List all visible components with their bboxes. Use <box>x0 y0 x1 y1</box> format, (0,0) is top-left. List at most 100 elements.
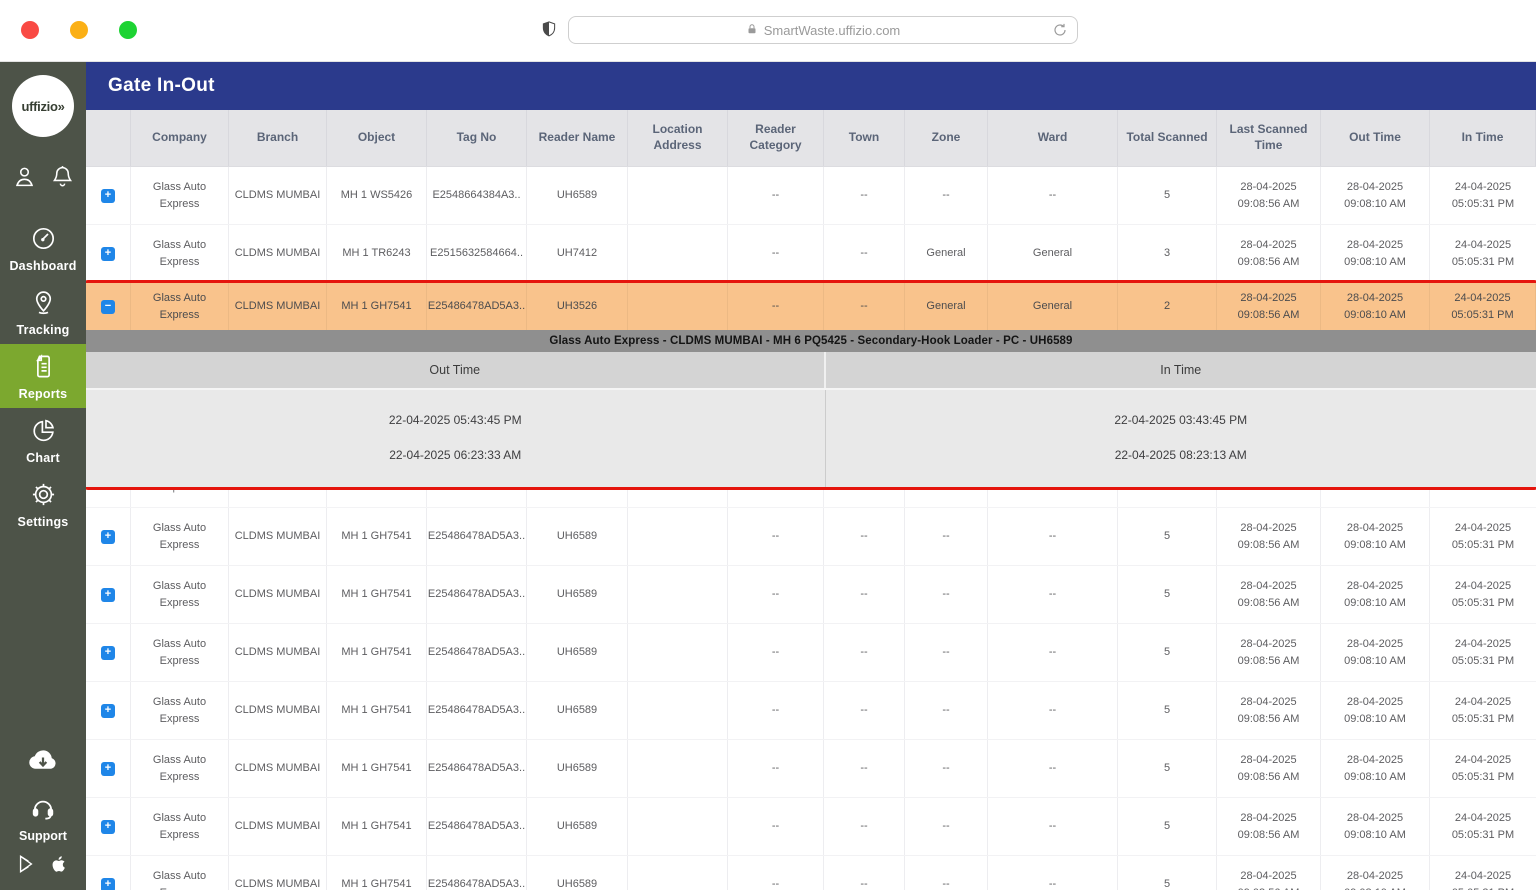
cell-company: Glass Auto Express <box>131 167 229 224</box>
cell-zone: -- <box>905 856 988 890</box>
cell-company: Glass Auto Express <box>131 225 229 282</box>
minimize-window-button[interactable] <box>70 21 88 39</box>
cell-ward: -- <box>988 740 1118 797</box>
cell-total-scanned: 5 <box>1118 798 1217 855</box>
cell-company: Glass Auto Express <box>131 624 229 681</box>
cell-last-scanned: 28-04-2025 09:08:56 AM <box>1217 487 1321 507</box>
expand-cell: + <box>86 566 131 623</box>
expand-cell: + <box>86 167 131 224</box>
expand-row-button[interactable]: + <box>101 587 115 602</box>
cell-in-time: 24-04-2025 05:05:31 PM <box>1451 239 1515 268</box>
url-bar[interactable]: SmartWaste.uffizio.com <box>568 16 1078 44</box>
cell-town: -- <box>824 740 905 797</box>
cell-total-scanned: 5 <box>1118 624 1217 681</box>
detail-column-in-time: In Time <box>1160 363 1202 377</box>
close-window-button[interactable] <box>21 21 39 39</box>
cell-object: MH 1 WS5426 <box>327 167 427 224</box>
table-row: + Glass Auto Express CLDMS MUMBAI MH 1 T… <box>86 225 1536 283</box>
main-content: Gate In-Out Company Branch Object Tag No… <box>86 62 1536 890</box>
expand-cell <box>86 487 131 507</box>
expand-row-button[interactable]: + <box>101 246 115 261</box>
cell-location-address <box>628 798 728 855</box>
column-header-expand <box>86 110 131 166</box>
cell-town: -- <box>824 682 905 739</box>
map-pin-icon <box>30 289 57 319</box>
google-play-icon[interactable] <box>16 853 38 880</box>
sidebar-item-chart[interactable]: Chart <box>0 408 86 472</box>
privacy-shield-icon[interactable] <box>540 20 558 42</box>
cell-reader-category: -- <box>728 798 824 855</box>
cell-tag-no: E25486478AD5A3.. <box>427 566 527 623</box>
cell-reader-category: -- <box>728 856 824 890</box>
cell-location-address <box>628 487 728 507</box>
column-header-total-scanned: Total Scanned <box>1118 110 1217 166</box>
sidebar: uffizio» Dashboard Tracking Reports Char… <box>0 62 86 890</box>
expand-row-button[interactable]: + <box>101 819 115 834</box>
cell-last-scanned: 28-04-2025 09:08:56 AM <box>1217 682 1321 739</box>
collapse-row-button[interactable]: − <box>101 299 115 314</box>
cell-total-scanned: 5 <box>1118 167 1217 224</box>
cell-in-time: 24-04-2025 05:05:31 PM <box>1451 522 1515 551</box>
cell-reader-category: -- <box>728 624 824 681</box>
expanded-detail-subheader: Glass Auto Express - CLDMS MUMBAI - MH 6… <box>86 330 1536 352</box>
cell-town: -- <box>824 798 905 855</box>
cell-branch: CLDMS MUMBAI <box>229 740 327 797</box>
cell-company: Glass Auto Express <box>131 566 229 623</box>
apple-icon[interactable] <box>48 853 70 880</box>
expand-row-button[interactable]: + <box>101 188 115 203</box>
cloud-download-icon[interactable] <box>25 745 61 780</box>
cell-zone <box>905 487 988 507</box>
cell-tag-no: E2515632584664.. <box>427 225 527 282</box>
cell-reader-name <box>527 487 628 507</box>
cell-out-time: 28-04-2025 09:08:10 AM <box>1321 167 1430 224</box>
cell-branch: CLDMS MUMBAI <box>229 487 327 507</box>
expand-cell: + <box>86 856 131 890</box>
expand-row-button[interactable]: + <box>101 761 115 776</box>
table-row: + Glass Auto Express CLDMS MUMBAI MH 1 G… <box>86 798 1536 856</box>
reload-icon[interactable] <box>1052 22 1068 38</box>
cell-tag-no: E2548664384A3.. <box>427 167 527 224</box>
cell-reader-name: UH6589 <box>527 856 628 890</box>
expand-cell: + <box>86 225 131 282</box>
sidebar-item-settings[interactable]: Settings <box>0 472 86 536</box>
headset-icon <box>29 794 57 825</box>
cell-ward: -- <box>988 167 1118 224</box>
expand-row-button[interactable]: + <box>101 645 115 660</box>
cell-zone: -- <box>905 740 988 797</box>
sidebar-item-reports[interactable]: Reports <box>0 344 86 408</box>
expand-row-button[interactable]: + <box>101 529 115 544</box>
cell-location-address <box>628 283 728 330</box>
cell-total-scanned: 2 <box>1118 283 1217 330</box>
cell-in-time: 24-04-2025 05:05:31 PM <box>1451 638 1515 667</box>
cell-tag-no: E25486478AD5A3.. <box>427 624 527 681</box>
cell-reader-name: UH6589 <box>527 566 628 623</box>
detail-out-time-value: 22-04-2025 06:23:33 AM <box>389 448 522 462</box>
uffizio-logo[interactable]: uffizio» <box>12 75 74 137</box>
detail-out-time-value: 22-04-2025 05:43:45 PM <box>388 413 522 427</box>
expand-cell: + <box>86 740 131 797</box>
detail-header-row: Out Time In Time <box>86 352 1536 390</box>
cell-branch: CLDMS MUMBAI <box>229 856 327 890</box>
cell-last-scanned: 28-04-2025 09:08:56 AM <box>1217 566 1321 623</box>
expand-row-button[interactable]: + <box>101 703 115 718</box>
sidebar-item-dashboard[interactable]: Dashboard <box>0 216 86 280</box>
page-title-bar: Gate In-Out <box>86 62 1536 110</box>
cell-out-time: 28-04-2025 09:08:10 AM <box>1321 624 1430 681</box>
user-icon[interactable] <box>12 164 37 194</box>
sidebar-item-tracking[interactable]: Tracking <box>0 280 86 344</box>
zoom-window-button[interactable] <box>119 21 137 39</box>
expand-row-button[interactable]: + <box>101 877 115 890</box>
cell-total-scanned: 5 <box>1118 682 1217 739</box>
cell-location-address <box>628 624 728 681</box>
page-title: Gate In-Out <box>108 75 215 96</box>
cell-in-time: 24-04-2025 05:05:31 PM <box>1452 870 1514 890</box>
sidebar-item-support[interactable]: Support <box>19 794 67 847</box>
column-header-reader-category: Reader Category <box>728 110 824 166</box>
cell-tag-no: E25486478AD5A3.. <box>427 856 527 890</box>
column-header-branch: Branch <box>229 110 327 166</box>
table-row: + Glass Auto Express CLDMS MUMBAI MH 1 G… <box>86 624 1536 682</box>
sidebar-quick-icons <box>12 164 75 194</box>
cell-zone: -- <box>905 682 988 739</box>
notifications-bell-icon[interactable] <box>50 164 75 194</box>
cell-location-address <box>628 740 728 797</box>
